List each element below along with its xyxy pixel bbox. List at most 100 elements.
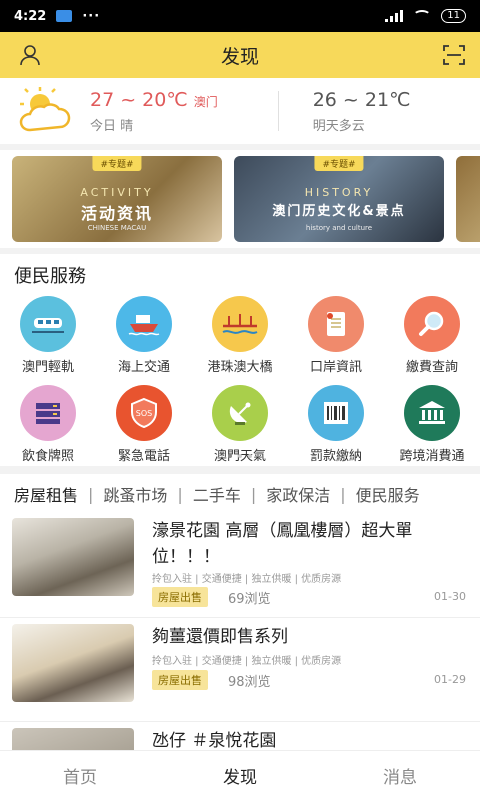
sos-shield-icon: SOS: [116, 385, 172, 441]
category-tab-flea-market[interactable]: 跳蚤市场: [103, 482, 167, 506]
service-light-rail[interactable]: 澳門輕軌: [0, 296, 96, 375]
light-rail-icon: [20, 296, 76, 352]
service-ferry[interactable]: 海上交通: [96, 296, 192, 375]
listing-features: 拎包入驻 | 交通便捷 | 独立供暖 | 优质房源: [152, 574, 342, 585]
header-bar: 发现: [0, 32, 480, 78]
category-tabs: 房屋租售 | 跳蚤市场 | 二手车 | 家政保洁 | 便民服务: [0, 474, 480, 514]
service-cross-border-pay[interactable]: 跨境消費通: [384, 385, 480, 464]
more-notifications-icon: ···: [82, 8, 101, 24]
tomorrow-weather: 26 ~ 21℃ 明天多云: [313, 89, 411, 134]
banner-next-peek[interactable]: [456, 156, 480, 242]
tab-discover[interactable]: 发现: [160, 751, 320, 800]
magnifier-icon: [404, 296, 460, 352]
battery-level: 11: [447, 10, 460, 21]
service-label: 繳費查詢: [405, 360, 458, 375]
listing-views: 98浏览: [228, 675, 271, 690]
bottom-tab-bar: 首页 发现 消息: [0, 750, 480, 800]
category-tab-housing[interactable]: 房屋租售: [14, 482, 78, 506]
service-label: 跨境消費通: [399, 449, 465, 464]
sun-cloud-icon: [19, 87, 71, 132]
listing-photo: [12, 728, 134, 750]
category-tab-services[interactable]: 便民服务: [356, 482, 420, 506]
services-title: 便民服務: [14, 266, 86, 287]
status-time: 4:22: [14, 8, 47, 24]
banner-english-title: ACTIVITY: [80, 186, 154, 199]
service-label: 飲食牌照: [21, 449, 74, 464]
barcode-icon: [308, 385, 364, 441]
listing-photo: [12, 624, 134, 702]
svg-text:SOS: SOS: [136, 409, 152, 418]
listing-views: 69浏览: [228, 592, 271, 607]
app-notification-icon: [56, 10, 73, 22]
license-icon: [20, 385, 76, 441]
banner-subtitle: CHINESE MACAU: [87, 224, 147, 232]
service-label: 海上交通: [117, 360, 170, 375]
tomorrow-temperature: 26 ~ 21℃: [312, 88, 411, 111]
scan-icon[interactable]: [442, 43, 466, 67]
banner-tag: #专题#: [314, 156, 364, 171]
banner-title: 澳门历史文化&景点: [272, 204, 406, 219]
category-tab-housekeeping[interactable]: 家政保洁: [266, 482, 330, 506]
service-bridge[interactable]: 港珠澳大橋: [192, 296, 288, 375]
status-bar: 4:22 ··· 11: [0, 0, 480, 32]
banner-tag: #专题#: [92, 156, 142, 171]
listing-features: 拎包入驻 | 交通便捷 | 独立供暖 | 优质房源: [152, 656, 342, 667]
banner-subtitle: history and culture: [305, 224, 373, 232]
services-grid: 澳門輕軌 海上交通 港珠澳大橋 口岸資訊 繳費查詢 飲食牌照 SOS 緊急電話 …: [0, 296, 480, 464]
service-border-info[interactable]: 口岸資訊: [288, 296, 384, 375]
services-section: 便民服務 澳門輕軌 海上交通 港珠澳大橋 口岸資訊 繳費查詢 飲食牌照 SOS …: [0, 254, 480, 466]
listing-title: 氹仔 ＃泉悅花園: [152, 731, 277, 750]
signal-icon: [385, 10, 404, 22]
list-item[interactable]: 夠薑還價即售系列 拎包入驻 | 交通便捷 | 独立供暖 | 优质房源 房屋出售 …: [0, 618, 480, 722]
listing-list: 濠景花園 高層（鳳凰樓層）超大單位！！！ 拎包入驻 | 交通便捷 | 独立供暖 …: [0, 514, 480, 750]
pager-dot: [238, 454, 242, 458]
weather-city: 澳门: [193, 94, 218, 109]
service-fine-payment[interactable]: 罰款繳納: [288, 385, 384, 464]
tab-home[interactable]: 首页: [0, 751, 160, 800]
banner-history[interactable]: #专题# HISTORY 澳门历史文化&景点 history and cultu…: [234, 156, 444, 242]
document-icon: [308, 296, 364, 352]
service-macau-weather[interactable]: 澳門天氣: [192, 385, 288, 464]
service-food-license[interactable]: 飲食牌照: [0, 385, 96, 464]
pager-dot: [248, 454, 252, 458]
banner-english-title: HISTORY: [304, 186, 374, 199]
bank-icon: [404, 385, 460, 441]
service-label: 緊急電話: [117, 449, 170, 464]
category-separator: |: [88, 484, 94, 504]
category-separator: |: [340, 484, 346, 504]
category-separator: |: [250, 484, 257, 504]
listing-badge: 房屋出售: [152, 587, 208, 607]
listing-date: 01-29: [434, 673, 466, 686]
list-item[interactable]: 濠景花園 高層（鳳凰樓層）超大單位！！！ 拎包入驻 | 交通便捷 | 独立供暖 …: [0, 514, 480, 618]
tab-messages[interactable]: 消息: [320, 751, 480, 800]
satellite-dish-icon: [212, 385, 268, 441]
today-description: 今日 晴: [90, 118, 134, 134]
weather-card[interactable]: 27 ~ 20℃ 澳门 今日 晴 26 ~ 21℃ 明天多云: [0, 78, 480, 144]
today-temperature: 27 ~ 20℃: [90, 88, 188, 111]
wifi-icon: [413, 10, 432, 22]
bridge-icon: [212, 296, 268, 352]
pager-dot-active: [228, 454, 232, 458]
battery-icon: 11: [441, 9, 466, 23]
tomorrow-description: 明天多云: [312, 118, 365, 134]
listing-badge: 房屋出售: [152, 670, 208, 690]
ferry-icon: [116, 296, 172, 352]
listing-photo: [12, 518, 134, 596]
service-payment-query[interactable]: 繳費查詢: [384, 296, 480, 375]
service-emergency-phone[interactable]: SOS 緊急電話: [96, 385, 192, 464]
service-label: 港珠澳大橋: [207, 360, 273, 375]
listing-date: 01-30: [434, 590, 466, 603]
category-tab-used-cars[interactable]: 二手车: [193, 482, 241, 506]
list-item[interactable]: 氹仔 ＃泉悅花園: [0, 722, 480, 750]
banner-activity[interactable]: #专题# ACTIVITY 活动资讯 CHINESE MACAU: [12, 156, 222, 242]
today-weather: 27 ~ 20℃ 澳门 今日 晴: [90, 89, 218, 134]
service-label: 罰款繳納: [309, 449, 362, 464]
banner-carousel[interactable]: #专题# ACTIVITY 活动资讯 CHINESE MACAU #专题# HI…: [0, 150, 480, 248]
weather-divider: [277, 91, 279, 131]
category-separator: |: [177, 484, 183, 504]
user-icon[interactable]: [18, 43, 42, 67]
listing-title: 夠薑還價即售系列: [152, 627, 288, 647]
service-label: 口岸資訊: [309, 360, 362, 375]
banner-title: 活动资讯: [80, 204, 153, 223]
listing-title: 濠景花園 高層（鳳凰樓層）超大單位！！！: [152, 521, 413, 567]
